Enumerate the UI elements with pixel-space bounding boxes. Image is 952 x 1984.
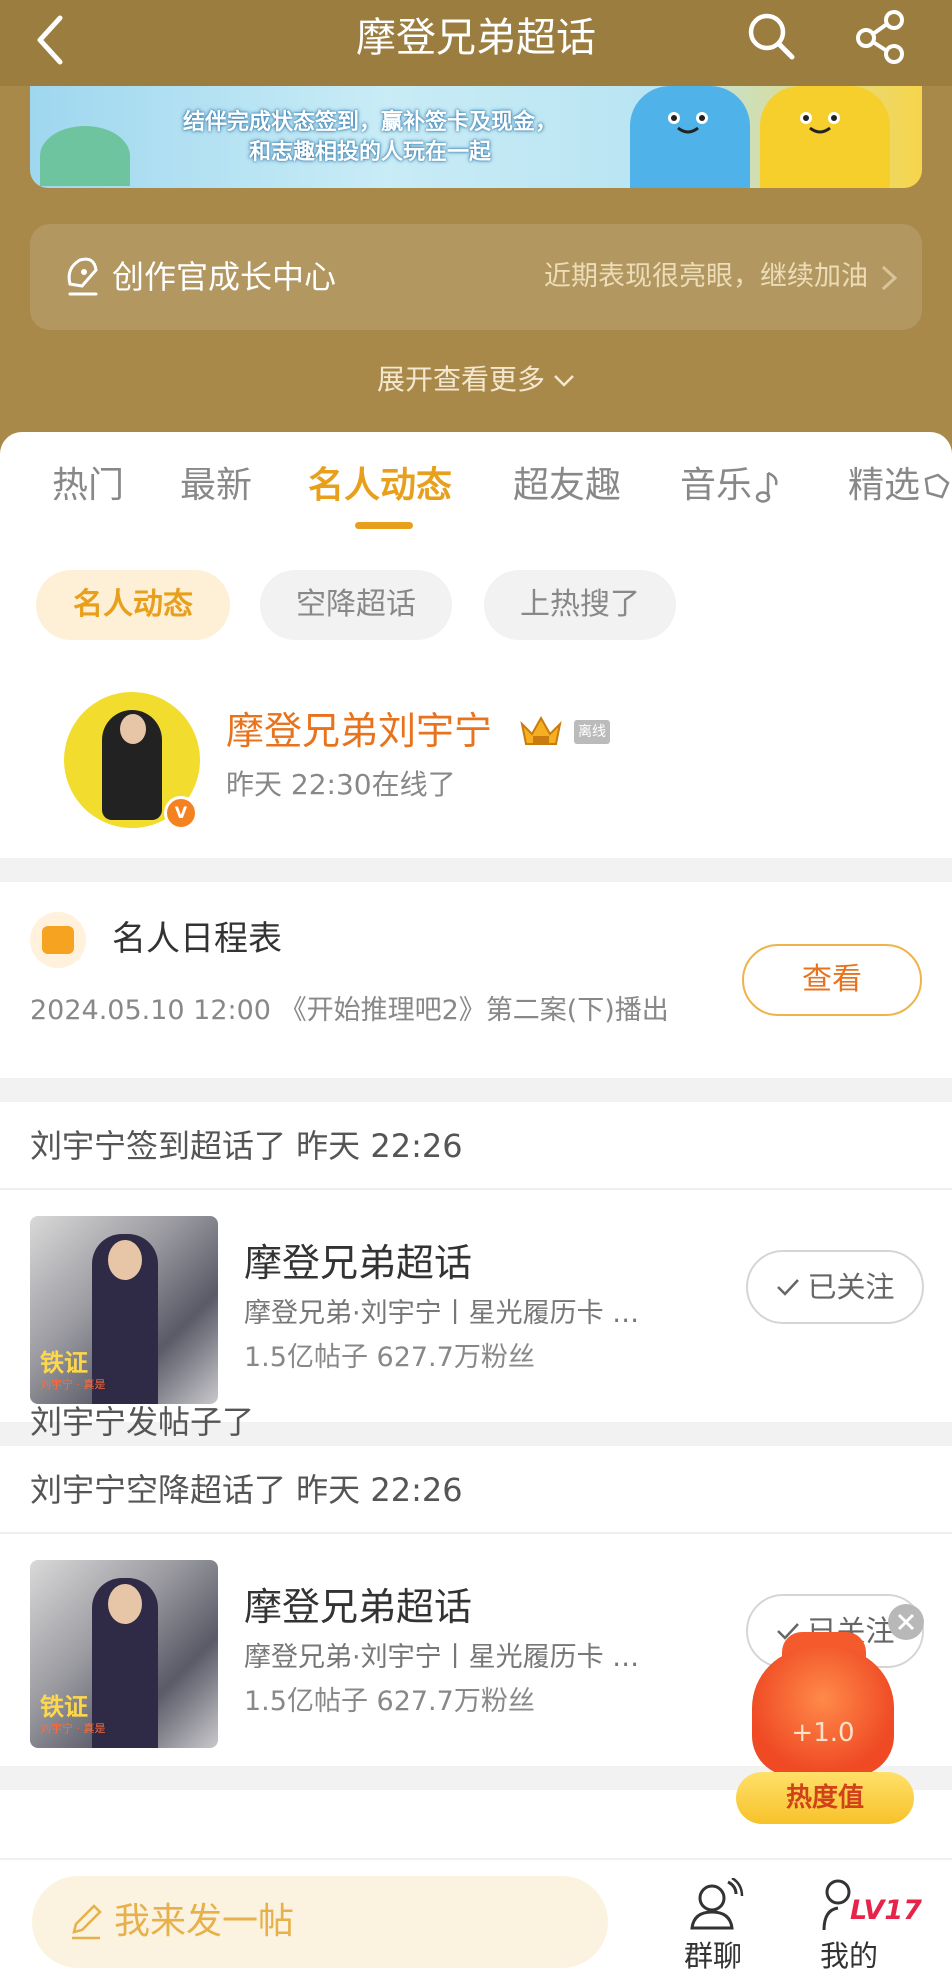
schedule-title: 名人日程表 xyxy=(112,919,282,959)
banner-text-line1: 结伴完成状态签到，赢补签卡及现金， xyxy=(182,110,557,135)
followed-label: 已关注 xyxy=(807,1270,895,1304)
topic-card[interactable]: 铁证 刘宇宁 · 真是 摩登兄弟超话 摩登兄弟·刘宇宁丨星光履历卡 … 1.5亿… xyxy=(0,1190,952,1422)
banner-mascot-face-icon xyxy=(668,112,708,134)
avatar-face xyxy=(120,714,146,744)
banner-text: 结伴完成状态签到，赢补签卡及现金， 和志趣相投的人玩在一起 xyxy=(150,108,590,168)
topic-description: 摩登兄弟·刘宇宁丨星光履历卡 … xyxy=(244,1642,640,1673)
level-badge: LV17 xyxy=(850,1895,922,1926)
pencil-icon xyxy=(72,1904,102,1940)
tab-hot[interactable]: 热门 xyxy=(52,460,124,512)
activity-header-partial: 刘宇宁发帖子了 xyxy=(30,1403,255,1438)
banner-mascot-face-icon xyxy=(800,112,840,134)
close-x-icon xyxy=(897,1613,915,1631)
chip-trending[interactable]: 上热搜了 xyxy=(484,570,676,640)
activity-header-text: 刘宇宁空降超话了 昨天 22:26 xyxy=(30,1471,463,1509)
tab-bar: 热门 最新 名人动态 超友趣 音乐 精选 xyxy=(0,432,952,542)
crown-badge-icon xyxy=(520,715,562,745)
verified-badge-icon: V xyxy=(164,796,198,830)
calendar-icon xyxy=(30,912,86,968)
tab-super-fun[interactable]: 超友趣 xyxy=(513,460,621,512)
bottom-bar: 我来发一帖 群聊 LV17 我的 xyxy=(0,1858,952,1984)
celebrity-status: 昨天 22:30在线了 xyxy=(226,768,456,801)
page-title: 摩登兄弟超话 xyxy=(356,15,596,61)
chip-airdrop[interactable]: 空降超话 xyxy=(260,570,452,640)
thumbnail-face xyxy=(108,1240,142,1280)
tab-latest[interactable]: 最新 xyxy=(180,460,252,512)
active-tab-indicator xyxy=(355,522,413,529)
schedule-detail: 2024.05.10 12:00 《开始推理吧2》第二案(下)播出 xyxy=(30,995,669,1026)
celebrity-name[interactable]: 摩登兄弟刘宇宁 xyxy=(226,704,492,758)
thumbnail-face xyxy=(108,1584,142,1624)
lucky-bag-icon[interactable] xyxy=(752,1648,894,1776)
view-schedule-button[interactable]: 查看 xyxy=(742,944,922,1016)
topic-description: 摩登兄弟·刘宇宁丨星光履历卡 … xyxy=(244,1298,640,1329)
create-post-label: 我来发一帖 xyxy=(114,1901,295,1942)
thumbnail-caption: 刘宇宁 · 真是 xyxy=(40,1722,106,1735)
featured-icon xyxy=(924,473,950,499)
group-chat-icon[interactable] xyxy=(682,1878,744,1934)
offline-tag: 离线 xyxy=(574,720,610,744)
thumbnail-title: 铁证 xyxy=(40,1349,88,1377)
calendar-icon-inner xyxy=(42,926,74,954)
banner-text-line2: 和志趣相投的人玩在一起 xyxy=(248,140,491,165)
create-post-button[interactable]: 我来发一帖 xyxy=(32,1876,608,1968)
activity-header-text: 刘宇宁签到超话了 昨天 22:26 xyxy=(30,1127,463,1165)
section-divider xyxy=(0,858,952,882)
section-divider xyxy=(0,1078,952,1102)
filter-chips: 名人动态 空降超话 上热搜了 xyxy=(0,570,952,642)
share-icon[interactable] xyxy=(852,6,910,66)
expand-more[interactable]: 展开查看更多 xyxy=(0,360,952,400)
banner-plant-decoration xyxy=(40,126,130,186)
tab-music[interactable]: 音乐 xyxy=(680,460,782,512)
topic-thumbnail: 铁证 刘宇宁 · 真是 xyxy=(30,1560,218,1748)
tab-music-label: 音乐 xyxy=(680,465,753,506)
tab-celebrity-news[interactable]: 名人动态 xyxy=(308,460,452,512)
chevron-right-icon xyxy=(881,265,898,291)
thumbnail-title: 铁证 xyxy=(40,1693,88,1721)
creator-pen-icon xyxy=(67,257,98,296)
chevron-down-icon xyxy=(554,375,574,387)
header-area: 摩登兄弟超话 结伴完成状态签到，赢补签卡及现金， 和志趣相投的人玩在一起 创作官… xyxy=(0,0,952,470)
group-chat-label[interactable]: 群聊 xyxy=(670,1936,756,1976)
topic-thumbnail: 铁证 刘宇宁 · 真是 xyxy=(30,1216,218,1404)
expand-more-label: 展开查看更多 xyxy=(376,363,545,396)
heat-label[interactable]: 热度值 xyxy=(736,1772,914,1824)
heat-value: +1.0 xyxy=(791,1718,855,1748)
growth-center-title: 创作官成长中心 xyxy=(112,258,337,296)
creator-growth-center[interactable]: 创作官成长中心 近期表现很亮眼，继续加油 xyxy=(30,224,922,330)
tab-featured-label: 精选 xyxy=(848,465,921,506)
chip-celebrity-news[interactable]: 名人动态 xyxy=(36,570,230,640)
topic-name: 摩登兄弟超话 xyxy=(244,1585,473,1629)
promo-banner[interactable]: 结伴完成状态签到，赢补签卡及现金， 和志趣相投的人玩在一起 xyxy=(30,86,922,188)
celebrity-schedule: 名人日程表 2024.05.10 12:00 《开始推理吧2》第二案(下)播出 … xyxy=(0,882,952,1078)
activity-header: 刘宇宁签到超话了 昨天 22:26 xyxy=(0,1102,952,1190)
growth-center-subtitle: 近期表现很亮眼，继续加油 xyxy=(544,261,868,292)
nav-bar: 摩登兄弟超话 xyxy=(0,0,952,86)
close-icon[interactable] xyxy=(888,1604,924,1640)
profile-label[interactable]: 我的 xyxy=(806,1936,892,1976)
tab-featured[interactable]: 精选 xyxy=(848,460,952,512)
banner-mascot-blue xyxy=(630,86,750,188)
followed-button[interactable]: 已关注 xyxy=(746,1250,924,1324)
celebrity-row[interactable]: V 摩登兄弟刘宇宁 离线 昨天 22:30在线了 xyxy=(0,692,952,842)
check-icon xyxy=(777,1279,800,1296)
topic-stats: 1.5亿帖子 627.7万粉丝 xyxy=(244,1342,535,1373)
thumbnail-caption: 刘宇宁 · 真是 xyxy=(40,1378,106,1391)
music-note-icon xyxy=(755,471,778,503)
search-icon[interactable] xyxy=(742,6,800,66)
topic-stats: 1.5亿帖子 627.7万粉丝 xyxy=(244,1686,535,1717)
activity-header: 刘宇宁空降超话了 昨天 22:26 xyxy=(0,1446,952,1534)
topic-name: 摩登兄弟超话 xyxy=(244,1241,473,1285)
banner-mascot-yellow xyxy=(760,86,890,188)
